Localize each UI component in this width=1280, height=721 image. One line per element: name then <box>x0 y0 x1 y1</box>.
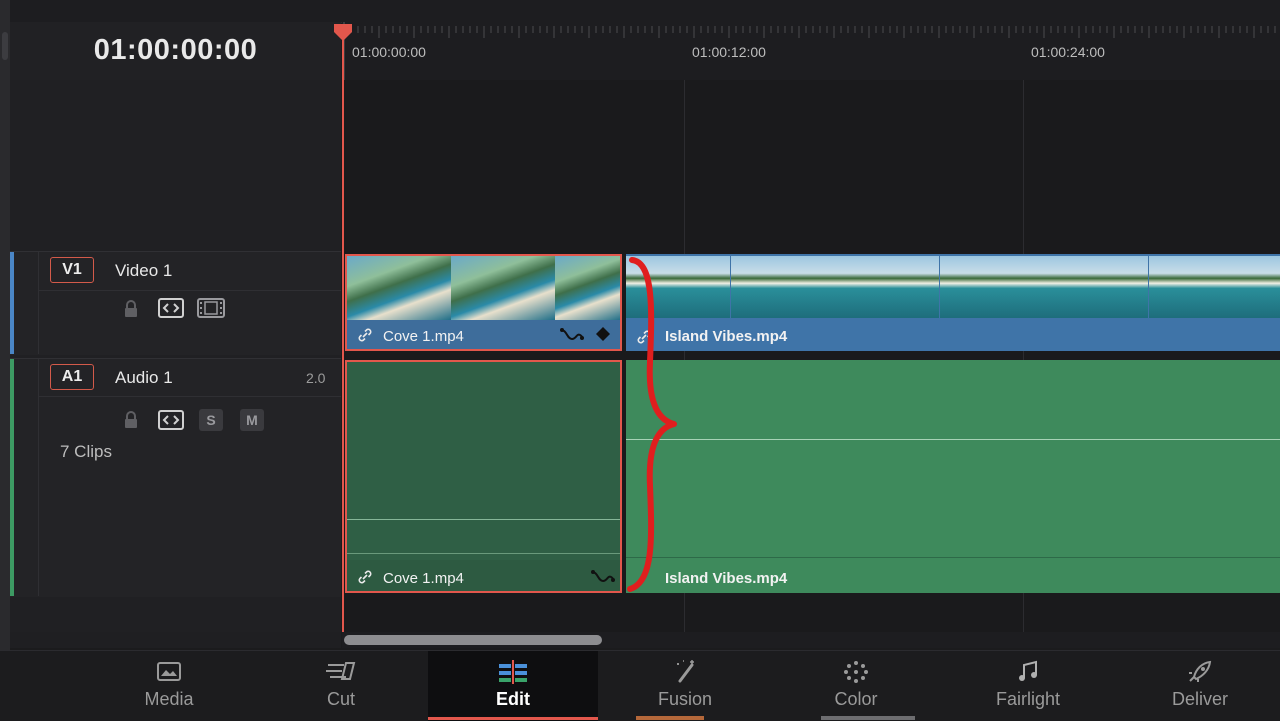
keyframe-icon[interactable] <box>595 326 611 347</box>
ruler-label-0: 01:00:00:00 <box>352 44 426 60</box>
header-footer <box>10 632 341 648</box>
audio-track-header[interactable] <box>10 358 341 597</box>
waveform-baseline <box>347 553 620 554</box>
solo-button[interactable]: S <box>199 409 223 431</box>
lock-icon[interactable] <box>122 299 140 324</box>
header-divider <box>38 396 341 397</box>
auto-select-icon[interactable] <box>158 298 184 323</box>
red-brace-annotation <box>627 257 677 592</box>
fairlight-icon <box>943 659 1113 685</box>
video-track-color-bar <box>10 252 14 354</box>
track-enable-film-icon[interactable] <box>197 298 225 323</box>
fusion-accent-strip <box>636 716 704 720</box>
deliver-icon <box>1115 659 1280 685</box>
clip-name: Cove 1.mp4 <box>383 570 464 587</box>
audio-clip-cove[interactable]: Cove 1.mp4 <box>345 360 622 593</box>
nav-deliver[interactable]: Deliver <box>1115 651 1280 721</box>
header-divider <box>38 252 39 354</box>
nav-media[interactable]: Media <box>84 651 254 721</box>
audio-clip-island-vibes[interactable]: Island Vibes.mp4 <box>626 360 1280 593</box>
nav-edit[interactable]: Edit <box>428 651 598 721</box>
audio-track-name[interactable]: Audio 1 <box>115 368 173 388</box>
ruler-label-2: 01:00:24:00 <box>1031 44 1105 60</box>
clip-thumbnail <box>1148 256 1253 318</box>
curve-icon[interactable] <box>559 324 585 349</box>
mute-button[interactable]: M <box>240 409 264 431</box>
lock-icon[interactable] <box>122 410 140 435</box>
header-divider <box>38 290 341 291</box>
nav-label: Cut <box>326 689 355 709</box>
link-icon <box>357 569 373 590</box>
auto-select-icon[interactable] <box>158 410 184 435</box>
clip-thumbnail <box>939 256 1044 318</box>
media-icon <box>84 659 254 685</box>
edit-icon <box>428 659 598 685</box>
nav-cut[interactable]: Cut <box>256 651 426 721</box>
clip-thumbnail <box>835 256 939 318</box>
timeline-ruler[interactable]: 01:00:00:00 01:00:12:00 01:00:24:00 <box>342 22 1280 81</box>
clip-thumbnails <box>626 256 1280 318</box>
waveform-baseline <box>626 557 1280 558</box>
curve-icon[interactable] <box>590 566 616 591</box>
clip-name: Cove 1.mp4 <box>383 328 464 345</box>
nav-color[interactable]: Color <box>771 651 941 721</box>
audio-track-color-bar <box>10 359 14 596</box>
nav-fusion[interactable]: Fusion <box>600 651 770 721</box>
clip-thumbnails <box>347 256 620 320</box>
video-track-badge[interactable]: V1 <box>50 257 94 283</box>
nav-label: Color <box>834 689 878 709</box>
color-accent-strip <box>821 716 915 720</box>
timeline-scrollbar-thumb[interactable] <box>344 635 602 645</box>
video-clip-cove[interactable]: Cove 1.mp4 <box>345 254 622 351</box>
nav-label: Fusion <box>657 689 713 709</box>
video-clip-island-vibes[interactable]: Island Vibes.mp4 <box>626 254 1280 351</box>
link-icon <box>357 327 373 348</box>
cut-icon <box>256 659 426 685</box>
video-track-name[interactable]: Video 1 <box>115 261 172 281</box>
color-icon <box>771 659 941 685</box>
clip-thumbnail <box>1044 256 1148 318</box>
clip-thumbnail <box>1253 256 1280 318</box>
current-timecode[interactable]: 01:00:00:00 <box>10 34 341 67</box>
clip-thumbnail <box>730 256 835 318</box>
nav-label: Media <box>144 689 194 709</box>
left-panel-edge <box>0 0 10 650</box>
audio-clip-count: 7 Clips <box>60 442 112 461</box>
page-navigation-bar: Media Cut Edit Fusion Color Fairlight De… <box>0 650 1280 721</box>
ruler-ticks <box>343 22 1276 80</box>
volume-line <box>347 519 620 520</box>
playhead[interactable] <box>342 34 344 632</box>
nav-label: Deliver <box>1171 689 1228 709</box>
playhead-handle[interactable] <box>332 22 354 42</box>
nav-label: Fairlight <box>995 689 1061 709</box>
audio-track-badge[interactable]: A1 <box>50 364 94 390</box>
top-toolbar-strip <box>0 0 1280 23</box>
ruler-label-1: 01:00:12:00 <box>692 44 766 60</box>
nav-fairlight[interactable]: Fairlight <box>943 651 1113 721</box>
panel-resize-handle[interactable] <box>2 32 8 60</box>
volume-line <box>626 439 1280 440</box>
audio-channel-format: 2.0 <box>306 370 326 386</box>
header-divider <box>38 359 39 596</box>
nav-label-active: Edit <box>496 689 530 709</box>
fusion-icon <box>600 659 770 685</box>
